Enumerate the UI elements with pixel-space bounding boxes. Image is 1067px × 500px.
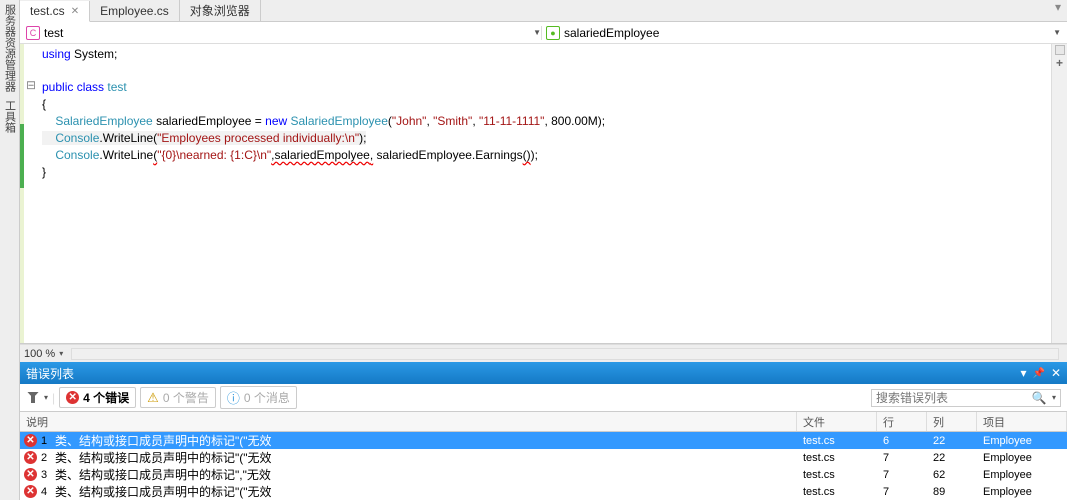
- error-row[interactable]: ✕3类、结构或接口成员声明中的标记","无效test.cs762Employee: [20, 466, 1067, 483]
- vertical-scrollbar[interactable]: +: [1051, 44, 1067, 343]
- error-search[interactable]: 🔍▾: [871, 389, 1061, 407]
- main-area: test.cs✕ Employee.cs 对象浏览器 ▾ C test ▼ ● …: [20, 0, 1067, 500]
- zoom-level[interactable]: 100 %: [24, 348, 55, 360]
- code-text[interactable]: using System; public class test { Salari…: [38, 44, 1051, 343]
- error-list-header[interactable]: 说明 文件 行 列 项目: [20, 412, 1067, 432]
- member-dropdown[interactable]: ● salariedEmployee ▼: [546, 26, 1061, 40]
- error-icon: ✕: [24, 485, 37, 498]
- warning-icon: ⚠: [147, 390, 159, 406]
- window-menu-icon[interactable]: ▾: [1020, 366, 1026, 380]
- error-list-toolbar: ▾ | ✕4 个错误 ⚠0 个警告 ⓘ0 个消息 🔍▾: [20, 384, 1067, 412]
- tab-object-browser[interactable]: 对象浏览器: [180, 0, 261, 21]
- info-icon: ⓘ: [227, 388, 240, 407]
- error-row[interactable]: ✕2类、结构或接口成员声明中的标记"("无效test.cs722Employee: [20, 449, 1067, 466]
- side-tab-server-explorer[interactable]: 服务器资源管理器: [2, 4, 18, 92]
- field-icon: ●: [546, 26, 560, 40]
- error-row[interactable]: ✕4类、结构或接口成员声明中的标记"("无效test.cs789Employee: [20, 483, 1067, 500]
- chevron-down-icon[interactable]: ▾: [59, 349, 63, 358]
- warnings-toggle[interactable]: ⚠0 个警告: [140, 387, 216, 408]
- error-list-rows: ✕1类、结构或接口成员声明中的标记"("无效test.cs622Employee…: [20, 432, 1067, 500]
- document-tabstrip: test.cs✕ Employee.cs 对象浏览器 ▾: [20, 0, 1067, 22]
- messages-toggle[interactable]: ⓘ0 个消息: [220, 386, 297, 409]
- error-icon: ✕: [66, 391, 79, 404]
- class-icon: C: [26, 26, 40, 40]
- code-editor[interactable]: ⊟ using System; public class test { Sala…: [20, 44, 1067, 344]
- error-list-panel: 错误列表 ▾ 📌 ✕ ▾ | ✕4 个错误 ⚠0 个警告 ⓘ0 个消息 🔍▾ 说…: [20, 362, 1067, 500]
- chevron-down-icon[interactable]: ▾: [44, 393, 48, 402]
- expand-icon[interactable]: +: [1056, 56, 1063, 70]
- side-tab-toolbox[interactable]: 工具箱: [2, 100, 18, 133]
- error-icon: ✕: [24, 468, 37, 481]
- tab-employee-cs[interactable]: Employee.cs: [90, 0, 180, 21]
- errors-toggle[interactable]: ✕4 个错误: [59, 387, 136, 408]
- chevron-down-icon: ▼: [533, 28, 541, 37]
- error-row[interactable]: ✕1类、结构或接口成员声明中的标记"("无效test.cs622Employee: [20, 432, 1067, 449]
- code-nav-bar: C test ▼ ● salariedEmployee ▼: [20, 22, 1067, 44]
- error-icon: ✕: [24, 451, 37, 464]
- outline-margin[interactable]: ⊟: [24, 44, 38, 343]
- side-rail: 服务器资源管理器 工具箱: [0, 0, 20, 500]
- type-dropdown[interactable]: C test ▼: [26, 26, 542, 40]
- horizontal-scrollbar[interactable]: [71, 348, 1059, 360]
- chevron-down-icon: ▼: [1053, 28, 1061, 37]
- search-icon[interactable]: 🔍: [1032, 391, 1047, 405]
- editor-status-bar: 100 % ▾: [20, 344, 1067, 362]
- error-icon: ✕: [24, 434, 37, 447]
- close-icon[interactable]: ✕: [1051, 366, 1061, 380]
- tab-overflow[interactable]: ▾: [1049, 0, 1067, 21]
- close-icon[interactable]: ✕: [71, 6, 79, 17]
- filter-icon[interactable]: [26, 391, 40, 405]
- split-handle[interactable]: [1055, 45, 1065, 55]
- error-list-titlebar[interactable]: 错误列表 ▾ 📌 ✕: [20, 362, 1067, 384]
- tab-test-cs[interactable]: test.cs✕: [20, 1, 90, 22]
- pin-icon[interactable]: 📌: [1032, 368, 1044, 379]
- error-search-input[interactable]: [876, 391, 1026, 405]
